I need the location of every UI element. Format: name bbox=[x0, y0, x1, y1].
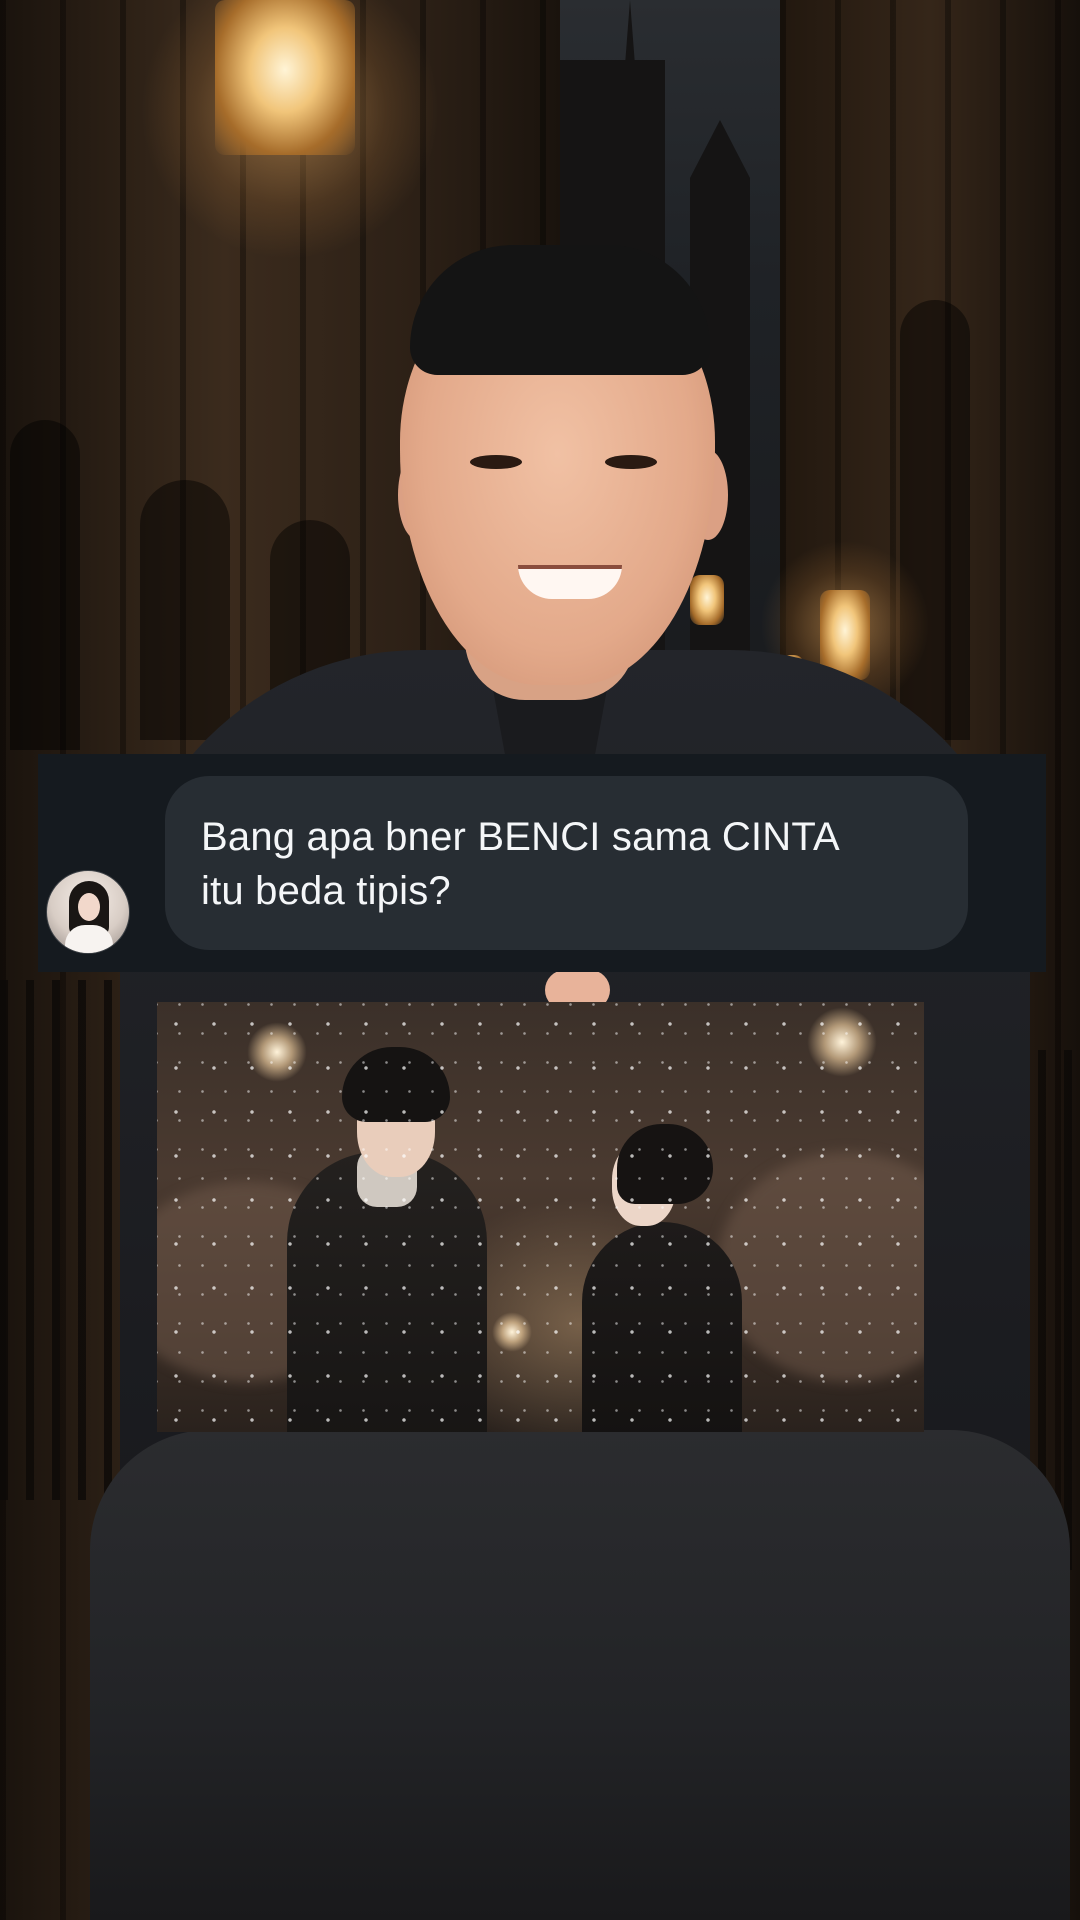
presenter-eye bbox=[605, 455, 657, 469]
avatar-body bbox=[65, 925, 113, 953]
presenter-eye bbox=[470, 455, 522, 469]
presenter-trousers bbox=[90, 1430, 1070, 1920]
drama-still-image bbox=[157, 1002, 924, 1432]
question-bubble: Bang apa bner BENCI sama CINTA itu beda … bbox=[165, 776, 968, 950]
question-text: Bang apa bner BENCI sama CINTA itu beda … bbox=[201, 815, 840, 913]
user-avatar-icon bbox=[46, 870, 130, 954]
falling-snow bbox=[157, 1002, 924, 1432]
presenter-hair bbox=[410, 245, 710, 375]
avatar-face bbox=[78, 893, 100, 921]
